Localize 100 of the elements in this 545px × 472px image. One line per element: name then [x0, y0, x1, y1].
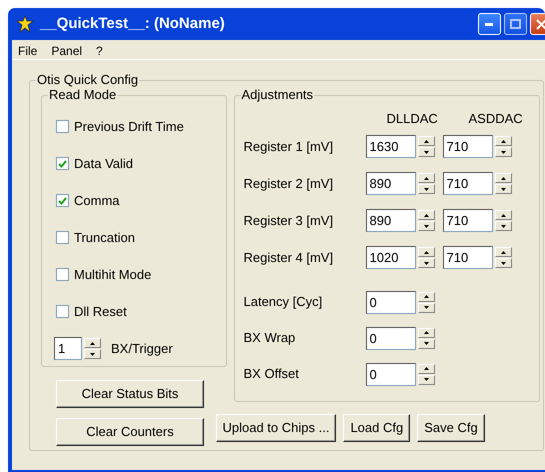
- spin-down-button[interactable]: [418, 258, 434, 268]
- spin-up-button[interactable]: [84, 338, 101, 348]
- up-arrow-icon: [424, 140, 428, 142]
- number-field[interactable]: 710: [442, 172, 492, 195]
- field-label: BX Wrap: [244, 329, 296, 348]
- menu-item[interactable]: File: [18, 42, 38, 57]
- field-label: Register 1 [mV]: [244, 138, 334, 156]
- spin-down-button[interactable]: [418, 184, 434, 194]
- checkbox-label: Dll Reset: [74, 302, 127, 321]
- up-arrow-icon: [424, 214, 428, 216]
- down-arrow-icon: [424, 150, 428, 154]
- spin-up-button[interactable]: [418, 328, 434, 338]
- checkbox-label: Previous Drift Time: [74, 118, 184, 136]
- checkbox[interactable]: [56, 268, 69, 281]
- push-button[interactable]: Clear Counters: [56, 418, 204, 446]
- spin-up-button[interactable]: [494, 210, 512, 220]
- down-arrow-icon: [500, 188, 506, 190]
- up-arrow-icon: [424, 367, 428, 370]
- checkbox[interactable]: [56, 120, 69, 133]
- check-icon: [58, 196, 67, 204]
- spin-down-button[interactable]: [418, 374, 434, 384]
- maximize-icon: [510, 19, 521, 29]
- down-arrow-icon: [424, 188, 428, 190]
- spin-down-button[interactable]: [494, 258, 512, 268]
- number-field[interactable]: 1630: [366, 135, 416, 158]
- checkbox[interactable]: [56, 194, 69, 207]
- up-arrow-icon: [424, 295, 428, 298]
- push-button[interactable]: Upload to Chips ...: [216, 414, 336, 442]
- spin-down-button[interactable]: [418, 147, 434, 157]
- menu-item[interactable]: Panel: [51, 42, 82, 57]
- checkbox-label: Multihit Mode: [74, 266, 152, 284]
- field-label: BX Offset: [244, 365, 300, 384]
- spin-up-button[interactable]: [494, 136, 512, 146]
- spin-down-button[interactable]: [494, 184, 512, 194]
- spin-up-button[interactable]: [418, 173, 434, 183]
- column-header: ASDDAC: [468, 110, 524, 128]
- spin-up-button[interactable]: [418, 292, 434, 302]
- down-arrow-icon: [90, 352, 95, 356]
- number-field[interactable]: 710: [442, 135, 492, 158]
- spinner-label: BX/Trigger: [111, 340, 173, 358]
- group-title: Otis Quick Config: [36, 72, 140, 88]
- minimize-icon: [485, 22, 493, 26]
- spin-down-button[interactable]: [418, 302, 434, 312]
- number-field[interactable]: 890: [366, 209, 416, 232]
- spin-down-button[interactable]: [418, 221, 434, 231]
- checkbox[interactable]: [56, 231, 69, 244]
- spin-down-button[interactable]: [84, 349, 101, 359]
- up-arrow-icon: [500, 250, 506, 254]
- up-arrow-icon: [424, 250, 428, 254]
- spin-up-button[interactable]: [494, 173, 512, 183]
- number-field[interactable]: 0: [366, 362, 416, 386]
- down-arrow-icon: [424, 342, 428, 345]
- window-title: __QuickTest__: (NoName): [40, 14, 225, 34]
- up-arrow-icon: [424, 331, 428, 334]
- up-arrow-icon: [90, 342, 95, 344]
- down-arrow-icon: [500, 150, 506, 154]
- push-button[interactable]: Clear Status Bits: [56, 380, 204, 408]
- push-button[interactable]: Load Cfg: [343, 414, 410, 442]
- field-label: Register 4 [mV]: [244, 248, 334, 267]
- group-title: Adjustments: [240, 87, 314, 103]
- up-arrow-icon: [424, 176, 428, 180]
- up-arrow-icon: [500, 140, 506, 142]
- down-arrow-icon: [500, 224, 506, 228]
- number-field[interactable]: 1020: [366, 246, 416, 269]
- up-arrow-icon: [500, 214, 506, 216]
- field-label: Register 2 [mV]: [244, 174, 334, 193]
- column-header: DLLDAC: [386, 110, 439, 128]
- down-arrow-icon: [424, 378, 428, 381]
- number-field[interactable]: 0: [366, 326, 416, 350]
- number-field[interactable]: 0: [366, 290, 416, 314]
- spin-up-button[interactable]: [494, 247, 512, 257]
- app-icon: [16, 15, 34, 33]
- down-arrow-icon: [424, 224, 428, 228]
- spin-up-button[interactable]: [418, 247, 434, 257]
- down-arrow-icon: [424, 262, 428, 264]
- checkbox[interactable]: [56, 157, 69, 170]
- down-arrow-icon: [500, 262, 506, 264]
- checkbox-label: Truncation: [74, 228, 135, 247]
- field-label: Register 3 [mV]: [244, 212, 334, 230]
- spin-up-button[interactable]: [418, 136, 434, 146]
- down-arrow-icon: [424, 306, 428, 309]
- number-field[interactable]: 890: [366, 172, 416, 195]
- checkbox-label: Comma: [74, 192, 120, 210]
- push-button[interactable]: Save Cfg: [417, 414, 485, 442]
- number-field[interactable]: 710: [442, 246, 492, 269]
- up-arrow-icon: [500, 176, 506, 180]
- maximize-button[interactable]: [504, 13, 527, 35]
- checkbox[interactable]: [56, 305, 69, 318]
- number-field[interactable]: 710: [442, 209, 492, 232]
- spin-down-button[interactable]: [494, 147, 512, 157]
- menu-item[interactable]: ?: [96, 42, 103, 57]
- checkbox-label: Data Valid: [74, 154, 134, 173]
- minimize-button[interactable]: [478, 13, 500, 35]
- spin-down-button[interactable]: [418, 338, 434, 348]
- field-label: Latency [Cyc]: [244, 293, 324, 312]
- check-icon: [58, 160, 67, 168]
- spin-up-button[interactable]: [418, 364, 434, 374]
- number-field[interactable]: 1: [54, 337, 82, 360]
- spin-down-button[interactable]: [494, 221, 512, 231]
- spin-up-button[interactable]: [418, 210, 434, 220]
